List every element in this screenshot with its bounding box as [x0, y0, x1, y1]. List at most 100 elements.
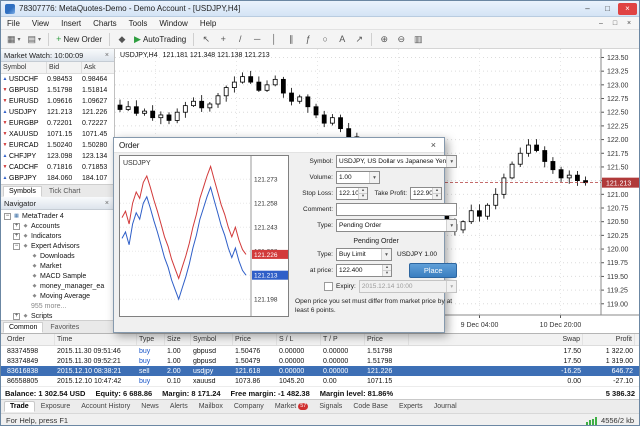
navigator-item[interactable]: −◆Expert Advisors	[1, 241, 114, 251]
maximize-button[interactable]: □	[598, 3, 617, 15]
take-profit-field[interactable]: 122.900 ▴▾	[410, 187, 442, 200]
tree-expand-icon[interactable]: +	[13, 313, 20, 320]
navigator-item[interactable]: +◆Scripts	[1, 311, 114, 320]
stop-loss-field[interactable]: 122.100 ▴▾	[336, 187, 368, 200]
tree-collapse-icon[interactable]: −	[4, 213, 11, 220]
menu-tools[interactable]: Tools	[123, 19, 154, 28]
navigator-item[interactable]: ◆MACD Sample	[1, 271, 114, 281]
toolbar-new-order-button[interactable]: +New Order	[53, 32, 105, 47]
column-ask[interactable]: Ask	[82, 62, 114, 73]
market-watch-row[interactable]: ▼GBPUSD1.517981.51814	[1, 85, 114, 96]
toolbar-shapes-button[interactable]: ○	[317, 32, 333, 47]
menu-insert[interactable]: Insert	[55, 19, 87, 28]
navigator-item[interactable]: ◆Downloads	[1, 251, 114, 261]
market-watch-row[interactable]: ▼XAUUSD1071.151071.45	[1, 129, 114, 140]
title-bar[interactable]: 78307776: MetaQuotes-Demo - Demo Account…	[1, 1, 639, 17]
toolbar-auto-trading-button[interactable]: ▶AutoTrading	[131, 32, 189, 47]
market-watch-row[interactable]: ▲GBPJPY184.060184.107	[1, 173, 114, 184]
market-watch-row[interactable]: ▼CADCHF0.718160.71853	[1, 162, 114, 173]
chevron-down-icon[interactable]: ▾	[381, 249, 391, 260]
navigator-item[interactable]: 955 more...	[1, 301, 114, 311]
terminal-tab-journal[interactable]: Journal	[429, 402, 462, 411]
terminal-tab-account-history[interactable]: Account History	[76, 402, 135, 411]
menu-charts[interactable]: Charts	[87, 19, 123, 28]
terminal-tab-exposure[interactable]: Exposure	[36, 402, 76, 411]
navigator-tab-favorites[interactable]: Favorites	[44, 322, 85, 333]
toolbar-profiles-button[interactable]: ▤▾	[25, 32, 45, 47]
column-header-type[interactable]: Type	[137, 334, 165, 345]
volume-select[interactable]: 1.00 ▾	[336, 171, 380, 184]
tree-expand-icon[interactable]: +	[13, 223, 20, 230]
terminal-tab-company[interactable]: Company	[229, 402, 269, 411]
column-header-size[interactable]: Size	[165, 334, 191, 345]
navigator-tab-common[interactable]: Common	[3, 322, 43, 333]
at-price-field[interactable]: 122.400 ▴▾	[336, 264, 392, 277]
navigator-item[interactable]: −▦MetaTrader 4	[1, 211, 114, 221]
navigator-caption[interactable]: Navigator ×	[1, 197, 114, 210]
terminal-tab-experts[interactable]: Experts	[394, 402, 428, 411]
toolbar-zoom-out-button[interactable]: ⊖	[393, 32, 409, 47]
terminal-tab-news[interactable]: News	[136, 402, 164, 411]
toolbar-arrows-button[interactable]: ↗	[351, 32, 367, 47]
toolbar-vertical-line-button[interactable]: │	[266, 32, 282, 47]
place-button[interactable]: Place	[409, 263, 457, 278]
market-watch-close-icon[interactable]: ×	[103, 52, 111, 59]
tree-expand-icon[interactable]: +	[13, 233, 20, 240]
column-header-symbol[interactable]: Symbol	[191, 334, 233, 345]
toolbar-fibonacci-button[interactable]: ƒ	[300, 32, 316, 47]
toolbar-trendline-button[interactable]: /	[232, 32, 248, 47]
column-header-price[interactable]: Price	[233, 334, 277, 345]
spin-down-icon[interactable]: ▾	[358, 194, 367, 199]
column-header-price[interactable]: Price	[365, 334, 409, 345]
terminal-tab-alerts[interactable]: Alerts	[165, 402, 193, 411]
minimize-button[interactable]: –	[578, 3, 597, 15]
navigator-item[interactable]: ◆Moving Average	[1, 291, 114, 301]
market-watch-row[interactable]: ▼EURUSD1.096161.09627	[1, 96, 114, 107]
terminal-tab-code-base[interactable]: Code Base	[348, 402, 393, 411]
pending-type-select[interactable]: Buy Limit ▾	[336, 248, 392, 261]
order-dialog-titlebar[interactable]: Order ×	[114, 138, 444, 153]
navigator-item[interactable]: +◆Indicators	[1, 231, 114, 241]
market-watch-caption[interactable]: Market Watch: 10:00:09 ×	[1, 49, 114, 62]
tree-collapse-icon[interactable]: −	[13, 243, 20, 250]
column-header-time[interactable]: Time	[55, 334, 137, 345]
terminal-tab-signals[interactable]: Signals	[314, 402, 347, 411]
column-header-profit[interactable]: Profit	[583, 334, 635, 345]
comment-input[interactable]	[336, 203, 457, 216]
expiry-checkbox[interactable]	[324, 282, 333, 291]
spin-down-icon[interactable]: ▾	[432, 194, 441, 199]
toolbar-crosshair-button[interactable]: +	[215, 32, 231, 47]
symbol-select[interactable]: USDJPY, US Dollar vs Japanese Yen ▾	[336, 155, 457, 168]
navigator-item[interactable]: ◆money_manager_ea	[1, 281, 114, 291]
chart-minimize-button[interactable]: –	[594, 18, 608, 29]
column-header-sl[interactable]: S / L	[277, 334, 321, 345]
chevron-down-icon[interactable]: ▾	[446, 220, 456, 231]
trade-row[interactable]: 836168382015.12.10 08:38:21sell2.00usdjp…	[1, 366, 639, 376]
terminal-tab-mailbox[interactable]: Mailbox	[194, 402, 228, 411]
toolbar-cursor-button[interactable]: ↖	[198, 32, 214, 47]
column-symbol[interactable]: Symbol	[1, 62, 47, 73]
chevron-down-icon[interactable]: ▾	[369, 172, 379, 183]
column-header-swap[interactable]: Swap	[539, 334, 583, 345]
column-header-tp[interactable]: T / P	[321, 334, 365, 345]
market-watch-row[interactable]: ▲CHFJPY123.098123.134	[1, 151, 114, 162]
terminal-tab-market[interactable]: Market57	[270, 402, 314, 411]
market-watch-row[interactable]: ▲USDJPY121.213121.226	[1, 107, 114, 118]
order-type-select[interactable]: Pending Order ▾	[336, 219, 457, 232]
market-watch-tab-tick-chart[interactable]: Tick Chart	[43, 186, 87, 197]
navigator-item[interactable]: ◆Market	[1, 261, 114, 271]
spin-down-icon[interactable]: ▾	[382, 271, 391, 276]
toolbar-zoom-in-button[interactable]: ⊕	[376, 32, 392, 47]
navigator-item[interactable]: +◆Accounts	[1, 221, 114, 231]
market-watch-row[interactable]: ▼EURGBP0.722010.72227	[1, 118, 114, 129]
toolbar-horizontal-line-button[interactable]: ─	[249, 32, 265, 47]
connection-status[interactable]: 4556/2 kb	[601, 416, 634, 425]
market-watch-tab-symbols[interactable]: Symbols	[3, 186, 42, 197]
terminal-tab-trade[interactable]: Trade	[4, 401, 35, 412]
market-watch-row[interactable]: ▼EURCAD1.502401.50280	[1, 140, 114, 151]
menu-help[interactable]: Help	[194, 19, 222, 28]
chevron-down-icon[interactable]: ▾	[446, 156, 456, 167]
trade-row[interactable]: 833748492015.11.30 09:52:21buy1.00gbpusd…	[1, 356, 639, 366]
trade-row[interactable]: 833745982015.11.30 09:51:46buy1.00gbpusd…	[1, 346, 639, 356]
chart-close-button[interactable]: ×	[622, 18, 636, 29]
